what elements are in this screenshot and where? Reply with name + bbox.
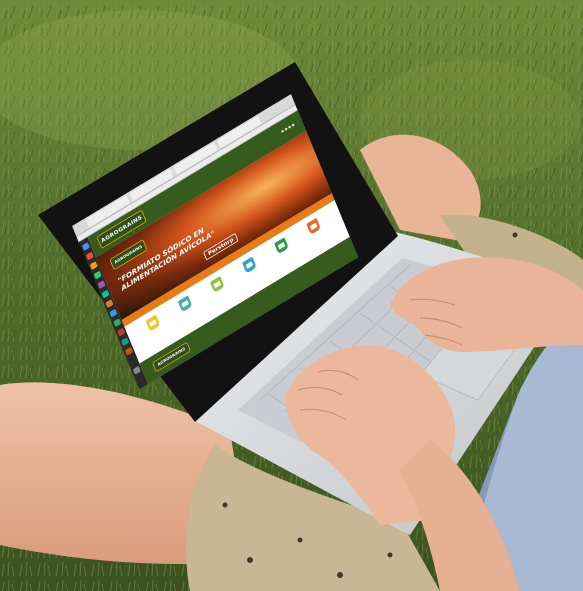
product-item[interactable] [204,272,230,296]
product-item[interactable] [140,311,166,335]
bucket-icon [242,256,257,274]
app-icon[interactable] [113,318,122,328]
bucket-icon [209,275,225,293]
finder-icon[interactable] [81,242,90,251]
product-item[interactable] [268,234,294,258]
app-icon[interactable] [101,289,110,299]
bucket-icon [177,295,193,313]
bucket-icon [274,237,289,255]
app-icon[interactable] [89,261,98,270]
product-item[interactable] [172,292,198,316]
app-icon[interactable] [85,251,94,261]
product-item[interactable] [236,253,262,277]
app-icon[interactable] [121,337,130,347]
app-icon[interactable] [105,299,114,309]
trash-icon[interactable] [132,365,141,375]
site-nav[interactable]: ● ● ● ● [281,122,295,133]
app-icon[interactable] [117,327,126,337]
app-icon[interactable] [97,280,106,290]
app-icon[interactable] [124,346,134,356]
bucket-icon [145,314,161,332]
bucket-icon [306,217,321,235]
product-item[interactable] [300,214,326,238]
app-icon[interactable] [93,270,102,280]
app-icon[interactable] [109,308,118,318]
